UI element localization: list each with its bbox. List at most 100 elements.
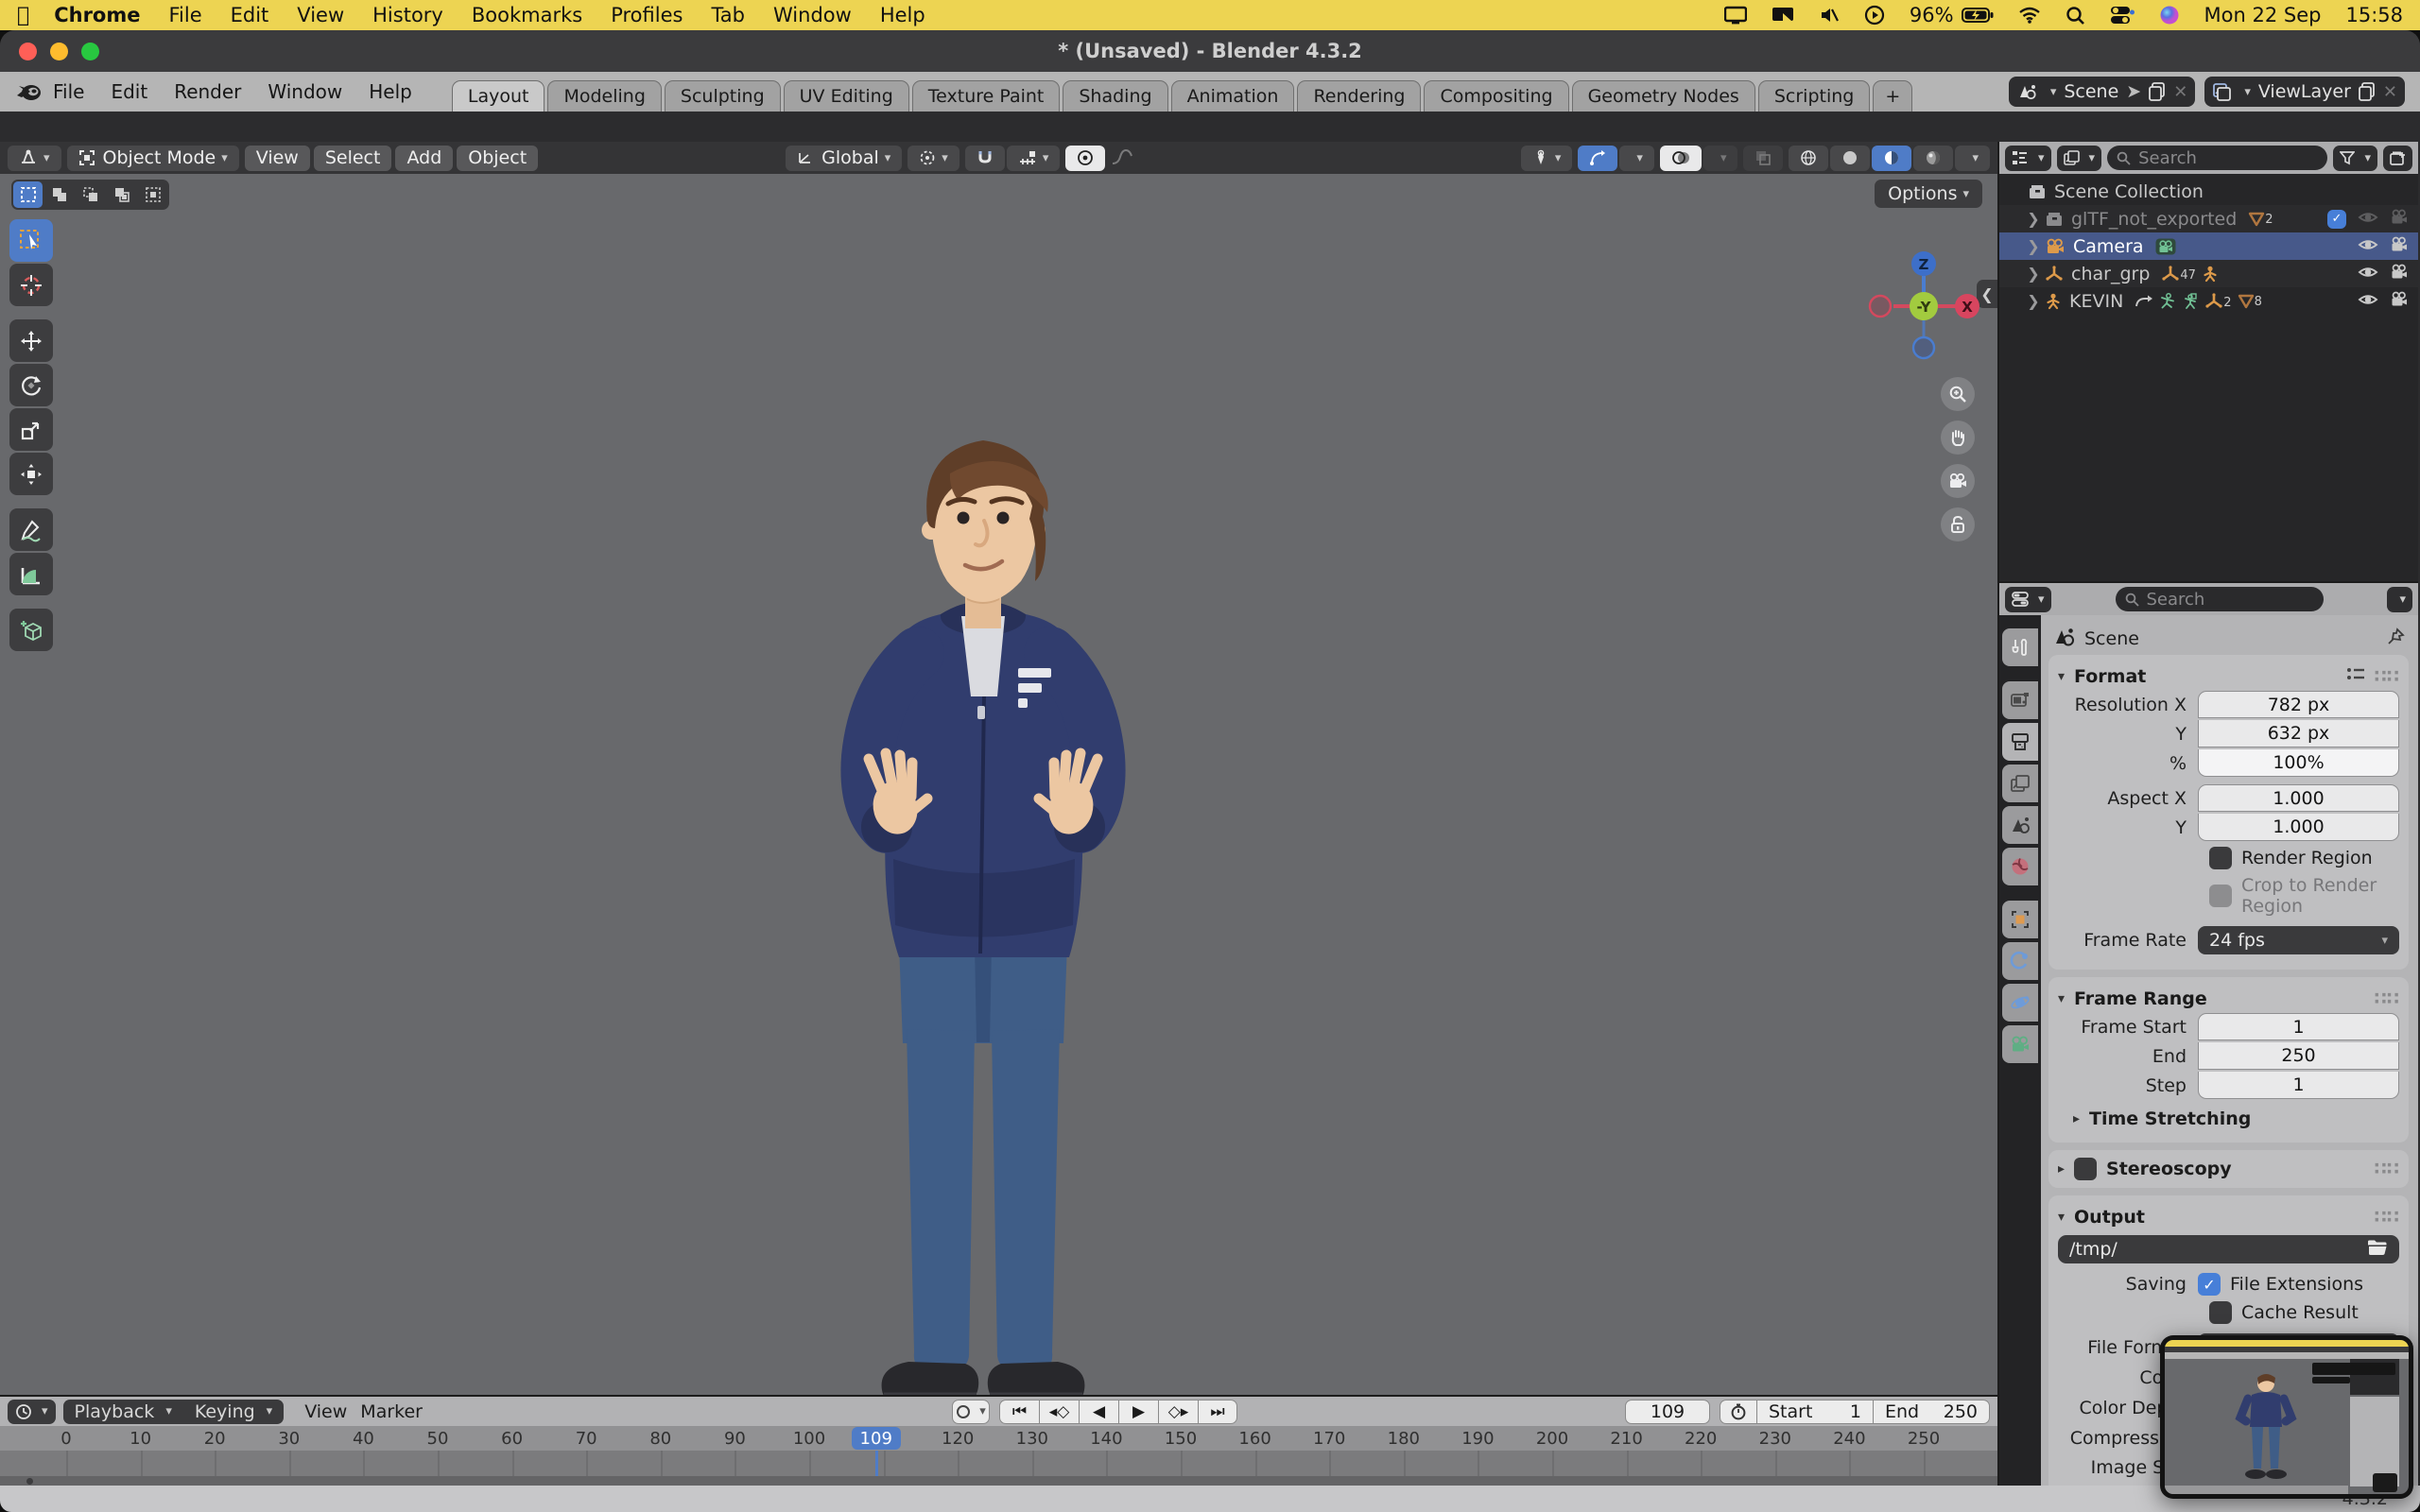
pin-icon[interactable]: ➤ [2126, 81, 2141, 102]
timeline-editor-type-button[interactable]: ▾ [8, 1400, 56, 1424]
jump-to-end-button[interactable]: ⏭ [1198, 1400, 1237, 1424]
mode-selector[interactable]: Object Mode ▾ [67, 146, 239, 171]
pivot-point-button[interactable]: ▾ [908, 146, 959, 171]
current-frame-indicator[interactable]: 109 [852, 1427, 901, 1450]
workspace-tab-scripting[interactable]: Scripting [1758, 80, 1871, 112]
time-stretching-header[interactable]: ▸Time Stretching [2073, 1108, 2399, 1129]
topbar-menu-file[interactable]: File [53, 80, 84, 103]
auto-keying-button[interactable]: ▾ [952, 1400, 990, 1424]
siri-icon[interactable] [2159, 5, 2180, 26]
properties-tab-view-layer[interactable] [2002, 765, 2038, 802]
properties-options-dropdown[interactable]: ▾ [2387, 587, 2412, 612]
current-frame-field[interactable]: 109 [1625, 1400, 1710, 1424]
apple-menu-icon[interactable]:  [17, 4, 29, 27]
workspace-tab-modeling[interactable]: Modeling [547, 80, 661, 112]
frame-range-panel-header[interactable]: ▾Frame Range ∷∷ [2058, 985, 2399, 1013]
add-cube-tool[interactable] [9, 609, 53, 651]
play-reverse-button[interactable]: ◀ [1079, 1400, 1118, 1424]
screen-share-pip-window[interactable] [2160, 1335, 2413, 1499]
menubar-menu-history[interactable]: History [372, 4, 443, 26]
select-mode-invert[interactable] [107, 181, 136, 208]
hide-in-viewport-icon[interactable] [2358, 264, 2378, 284]
workspace-tab-compositing[interactable]: Compositing [1424, 80, 1568, 112]
properties-tab-object-data[interactable] [2002, 1025, 2038, 1063]
expand-arrow-icon[interactable]: ❯ [2022, 210, 2045, 228]
workspace-tab-layout[interactable]: Layout [452, 80, 545, 112]
control-center-icon[interactable] [2110, 6, 2135, 25]
topbar-menu-edit[interactable]: Edit [111, 80, 147, 103]
properties-tab-tool[interactable] [2002, 628, 2038, 666]
format-panel-header[interactable]: ▾Format ∷∷ [2058, 662, 2399, 691]
menubar-menu-tab[interactable]: Tab [711, 4, 745, 26]
scale-tool[interactable] [9, 408, 53, 451]
frame-rate-dropdown[interactable]: 24 fps▾ [2198, 926, 2399, 954]
prev-keyframe-button[interactable]: ◂◇ [1039, 1400, 1079, 1424]
viewport-menu-select[interactable]: Select [314, 146, 392, 171]
timeline-menu-playback[interactable]: Playback▾ [63, 1401, 183, 1422]
outliner-editor-type-button[interactable]: ▾ [2005, 146, 2051, 171]
select-mode-set[interactable] [13, 181, 43, 208]
output-path-field[interactable]: /tmp/ [2058, 1235, 2399, 1263]
3d-viewport[interactable]: Options▾ ❮ Z X [0, 174, 1997, 1395]
workspace-tab-animation[interactable]: Animation [1171, 80, 1295, 112]
rotate-tool[interactable] [9, 364, 53, 406]
resolution-percent-field[interactable]: 100% [2198, 749, 2399, 777]
spotlight-search-icon[interactable] [2066, 6, 2085, 26]
menubar-menu-edit[interactable]: Edit [231, 4, 269, 26]
expand-arrow-icon[interactable]: ❯ [2022, 292, 2045, 310]
hide-in-viewport-icon[interactable] [2358, 236, 2378, 257]
timeline-tracks[interactable] [0, 1451, 1997, 1476]
properties-tab-scene[interactable] [2002, 806, 2038, 844]
timeline-scrollbar[interactable] [0, 1476, 1997, 1486]
shading-wireframe-button[interactable] [1789, 146, 1828, 171]
disable-in-renders-icon[interactable] [2390, 209, 2409, 230]
properties-tab-constraints[interactable] [2002, 942, 2038, 980]
workspace-tab-rendering[interactable]: Rendering [1297, 80, 1421, 112]
frame-step-field[interactable]: 1 [2198, 1072, 2399, 1099]
outliner-search-input[interactable]: Search [2107, 146, 2327, 170]
properties-tab-output[interactable] [2002, 723, 2038, 761]
aspect-y-field[interactable]: 1.000 [2198, 814, 2399, 841]
cursor-tool[interactable] [9, 264, 53, 306]
jump-to-start-button[interactable]: ⏮ [999, 1400, 1039, 1424]
lock-view-icon[interactable] [1941, 507, 1975, 541]
frame-end-prop-field[interactable]: 250 [2198, 1042, 2399, 1070]
menubar-menu-profiles[interactable]: Profiles [611, 4, 683, 26]
workspace-tab-uv-editing[interactable]: UV Editing [784, 80, 909, 112]
drag-dots-icon[interactable]: ∷∷ [2375, 1207, 2399, 1228]
outliner-row-kevin[interactable]: ❯KEVIN28 [1999, 287, 2418, 315]
menubar-time[interactable]: 15:58 [2345, 4, 2403, 26]
proportional-editing-toggle[interactable] [1065, 146, 1105, 171]
format-presets-icon[interactable] [2346, 666, 2365, 688]
menubar-menu-help[interactable]: Help [880, 4, 925, 26]
menubar-app-name[interactable]: Chrome [54, 4, 140, 26]
select-mode-intersect[interactable] [138, 181, 167, 208]
scene-selector[interactable]: ▾ Scene ➤ ✕ [2009, 77, 2195, 107]
outliner-row-char-grp[interactable]: ❯char_grp47 [1999, 260, 2418, 287]
snap-toggle[interactable] [965, 146, 1005, 171]
next-keyframe-button[interactable]: ◇▸ [1158, 1400, 1198, 1424]
workspace-tab-geometry-nodes[interactable]: Geometry Nodes [1572, 80, 1755, 112]
menubar-menu-view[interactable]: View [297, 4, 344, 26]
transform-tool[interactable] [9, 453, 53, 495]
stereoscopy-checkbox[interactable] [2074, 1158, 2097, 1180]
viewport-menu-add[interactable]: Add [395, 146, 453, 171]
properties-tab-object[interactable] [2002, 901, 2038, 938]
outliner-row-scene-collection[interactable]: Scene Collection [1999, 178, 2418, 205]
output-panel-header[interactable]: ▾Output ∷∷ [2058, 1203, 2399, 1231]
hide-in-viewport-icon[interactable] [2358, 291, 2378, 312]
shading-solid-button[interactable] [1830, 146, 1870, 171]
shading-rendered-button[interactable] [1913, 146, 1953, 171]
annotate-tool[interactable] [9, 508, 53, 551]
hide-in-viewport-icon[interactable] [2358, 209, 2378, 230]
topbar-menu-window[interactable]: Window [268, 80, 342, 103]
drag-dots-icon[interactable]: ∷∷ [2375, 666, 2399, 688]
file-extensions-checkbox[interactable]: ✓ [2198, 1273, 2221, 1296]
resolution-y-field[interactable]: 632 px [2198, 720, 2399, 747]
wifi-icon[interactable] [2018, 7, 2041, 24]
unlink-scene-icon[interactable]: ✕ [2173, 82, 2187, 102]
pan-hand-icon[interactable] [1941, 421, 1975, 455]
render-region-checkbox[interactable] [2209, 847, 2232, 869]
frame-start-field[interactable]: Start1 [1757, 1400, 1874, 1424]
timeline-menu-view[interactable]: View [304, 1401, 347, 1422]
